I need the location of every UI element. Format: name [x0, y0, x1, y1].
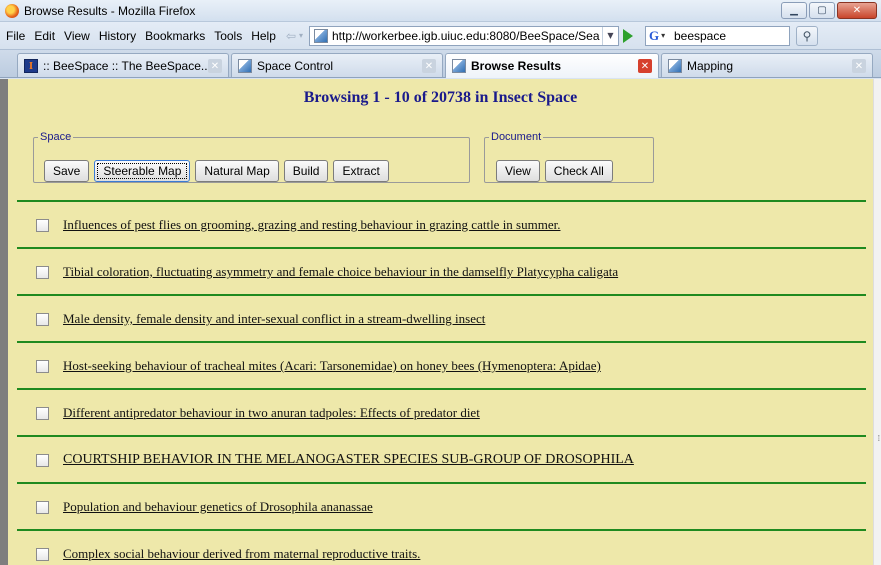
divider — [17, 200, 866, 202]
result-checkbox[interactable] — [36, 547, 49, 561]
menu-edit[interactable]: Edit — [34, 29, 55, 43]
page-icon — [452, 59, 466, 73]
menu-view[interactable]: View — [64, 29, 90, 43]
list-item: Host-seeking behaviour of tracheal mites… — [36, 358, 601, 374]
menu-history[interactable]: History — [99, 29, 136, 43]
document-legend: Document — [491, 131, 542, 143]
build-button[interactable]: Build — [283, 160, 329, 182]
result-checkbox[interactable] — [36, 265, 49, 279]
space-legend: Space — [40, 131, 72, 143]
list-item: COURTSHIP BEHAVIOR IN THE MELANOGASTER S… — [36, 452, 634, 468]
document-fieldset: Document View Check All — [484, 131, 654, 183]
menu-tools[interactable]: Tools — [214, 29, 242, 43]
divider — [17, 247, 866, 249]
page-icon — [238, 58, 252, 73]
result-link[interactable]: Host-seeking behaviour of tracheal mites… — [63, 358, 601, 374]
result-link[interactable]: COURTSHIP BEHAVIOR IN THE MELANOGASTER S… — [63, 452, 634, 468]
divider — [17, 294, 866, 296]
search-box[interactable]: G ▾ beespace — [644, 25, 790, 46]
close-window-button[interactable]: ✕ — [837, 2, 877, 19]
close-tab-icon[interactable]: ✕ — [638, 59, 652, 73]
result-checkbox[interactable] — [36, 406, 49, 420]
go-arrow-icon[interactable] — [622, 28, 633, 43]
divider — [17, 435, 866, 437]
natural-map-button[interactable]: Natural Map — [195, 160, 279, 182]
menu-help[interactable]: Help — [251, 29, 276, 43]
divider — [17, 482, 866, 484]
history-dropdown-icon[interactable]: ▾ — [299, 31, 303, 40]
list-item: Influences of pest flies on grooming, gr… — [36, 217, 560, 233]
result-checkbox[interactable] — [36, 500, 49, 514]
space-fieldset: Space Save Steerable Map Natural Map Bui… — [33, 131, 470, 183]
save-button[interactable]: Save — [44, 160, 90, 182]
search-input[interactable]: beespace — [674, 29, 726, 43]
url-input[interactable]: http://workerbee.igb.uiuc.edu:8080/BeeSp… — [332, 29, 602, 43]
page-content: ⁞ Browsing 1 - 10 of 20738 in Insect Spa… — [0, 79, 881, 565]
tab-beespace[interactable]: I :: BeeSpace :: The BeeSpace... ✕ — [17, 53, 229, 77]
extract-button[interactable]: Extract — [333, 160, 389, 182]
list-item: Male density, female density and inter-s… — [36, 311, 485, 327]
list-item: Different antipredator behaviour in two … — [36, 405, 480, 421]
vertical-scrollbar[interactable]: ⁞ — [873, 79, 881, 565]
tab-space-control[interactable]: Space Control ✕ — [231, 53, 443, 77]
tab-browse-results[interactable]: Browse Results ✕ — [445, 53, 659, 78]
steerable-map-button[interactable]: Steerable Map — [94, 160, 191, 182]
firefox-logo-icon — [5, 3, 19, 18]
result-link[interactable]: Different antipredator behaviour in two … — [63, 405, 480, 421]
result-checkbox[interactable] — [36, 359, 49, 373]
page-title: Browsing 1 - 10 of 20738 in Insect Space — [303, 89, 578, 106]
url-bar[interactable]: http://workerbee.igb.uiuc.edu:8080/BeeSp… — [308, 25, 619, 46]
divider — [17, 529, 866, 531]
window-title: Browse Results - Mozilla Firefox — [24, 3, 196, 18]
tab-label: Browse Results — [471, 59, 562, 73]
maximize-button[interactable]: ▢ — [809, 2, 835, 19]
divider — [17, 341, 866, 343]
result-link[interactable]: Population and behaviour genetics of Dro… — [63, 499, 373, 515]
menu-nav-bar: File Edit View History Bookmarks Tools H… — [0, 22, 881, 50]
minimize-button[interactable]: ▁ — [781, 2, 807, 19]
site-favicon-icon — [313, 28, 328, 43]
result-checkbox[interactable] — [36, 453, 49, 467]
close-tab-icon[interactable]: ✕ — [208, 59, 222, 73]
close-tab-icon[interactable]: ✕ — [852, 59, 866, 73]
result-link[interactable]: Influences of pest flies on grooming, gr… — [63, 217, 560, 233]
result-link[interactable]: Complex social behaviour derived from ma… — [63, 546, 420, 562]
url-dropdown-icon[interactable]: ▼ — [601, 26, 618, 45]
uiuc-logo-icon: I — [24, 58, 38, 73]
scrollbar-grip-icon[interactable]: ⁞ — [878, 434, 880, 443]
tab-mapping[interactable]: Mapping ✕ — [661, 53, 873, 77]
divider — [17, 388, 866, 390]
tab-label: Mapping — [687, 58, 734, 73]
tab-label: Space Control — [257, 58, 334, 73]
result-checkbox[interactable] — [36, 218, 49, 232]
result-link[interactable]: Tibial coloration, fluctuating asymmetry… — [63, 264, 618, 280]
list-item: Complex social behaviour derived from ma… — [36, 546, 420, 562]
page-icon — [668, 58, 682, 73]
list-item: Population and behaviour genetics of Dro… — [36, 499, 373, 515]
tab-label: :: BeeSpace :: The BeeSpace... — [43, 58, 211, 73]
back-arrow-icon[interactable]: ⇦ — [286, 29, 296, 43]
search-engine-selector[interactable]: G ▾ — [646, 27, 672, 45]
view-button[interactable]: View — [496, 160, 540, 182]
close-tab-icon[interactable]: ✕ — [422, 59, 436, 73]
search-magnifier-icon[interactable]: ⚲ — [795, 25, 818, 46]
menu-file[interactable]: File — [6, 29, 25, 43]
result-checkbox[interactable] — [36, 312, 49, 326]
list-item: Tibial coloration, fluctuating asymmetry… — [36, 264, 618, 280]
check-all-button[interactable]: Check All — [544, 160, 613, 182]
menu-bookmarks[interactable]: Bookmarks — [145, 29, 205, 43]
tab-bar: I :: BeeSpace :: The BeeSpace... ✕ Space… — [0, 50, 881, 78]
result-link[interactable]: Male density, female density and inter-s… — [63, 311, 485, 327]
window-titlebar: Browse Results - Mozilla Firefox ▁ ▢ ✕ — [0, 0, 881, 22]
left-border — [0, 79, 8, 565]
